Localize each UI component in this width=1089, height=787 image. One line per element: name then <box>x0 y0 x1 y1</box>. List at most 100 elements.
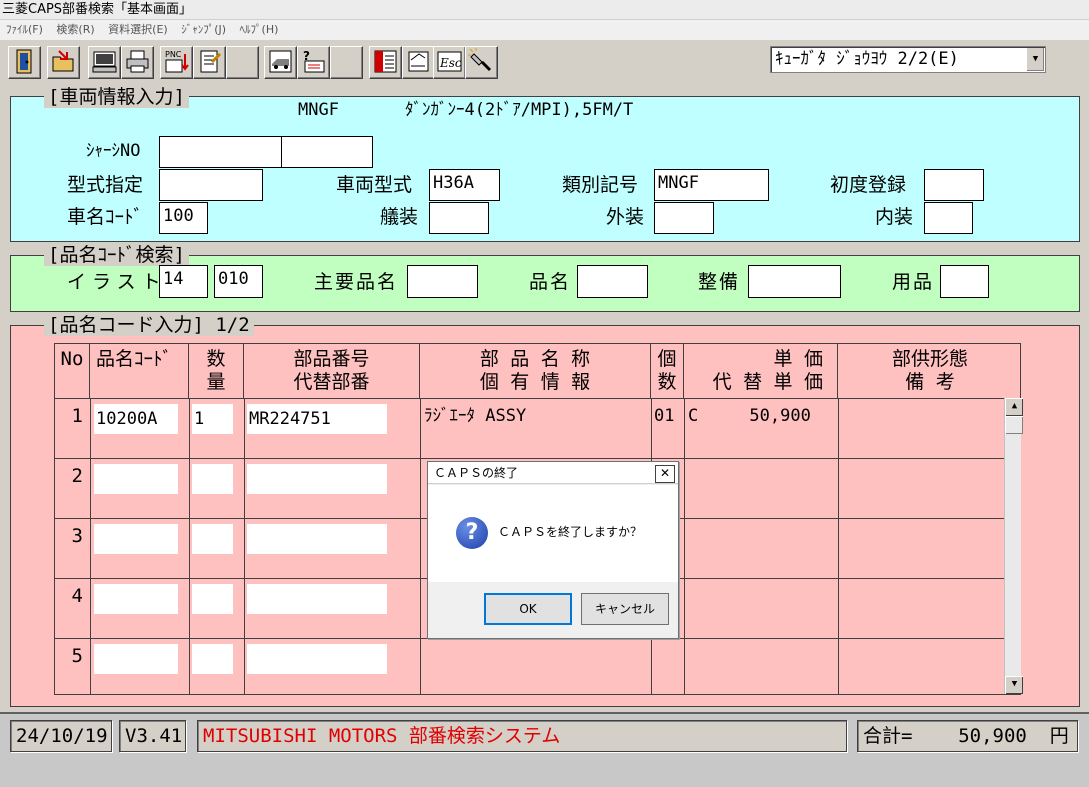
chassis-label: ｼｬｰｼNO <box>86 141 141 161</box>
computer-button[interactable] <box>88 46 121 79</box>
header-count: 個数 <box>651 344 684 398</box>
cancel-button[interactable]: キャンセル <box>581 593 669 625</box>
notebook-button[interactable] <box>193 46 226 79</box>
blank-button-1[interactable] <box>226 46 259 79</box>
doc-help-button[interactable]: ? <box>297 46 330 79</box>
goods-field[interactable] <box>940 265 989 298</box>
list-icon <box>374 50 397 73</box>
interior-field[interactable] <box>924 202 973 234</box>
scroll-thumb[interactable] <box>1005 416 1023 434</box>
code-input[interactable]: 10200A <box>94 404 178 434</box>
chassis-no-field-2[interactable] <box>281 136 373 168</box>
menu-file[interactable]: ﾌｧｲﾙ(F) <box>6 23 43 36</box>
part-name: ﾗｼﾞｴｰﾀ ASSY <box>424 406 527 426</box>
esc-icon: Esc <box>437 51 462 72</box>
status-system-name: MITSUBISHI MOTORS 部番検索システム <box>197 720 847 752</box>
flashlight-button[interactable] <box>465 46 498 79</box>
row-no: 3 <box>71 525 83 547</box>
open-button[interactable] <box>47 46 80 79</box>
mode-select-value: ｷｭｰｶﾞﾀ ｼﾞｮｳﾖｳ 2/2(E) <box>775 49 959 69</box>
menu-material-select[interactable]: 資料選択(E) <box>108 23 168 36</box>
part-no-input[interactable] <box>247 464 387 494</box>
chassis-no-field-1[interactable] <box>159 136 285 168</box>
qty-input[interactable] <box>192 464 233 494</box>
qty-input[interactable] <box>192 644 233 674</box>
trim-field[interactable] <box>429 202 489 234</box>
scroll-up-icon[interactable]: ▲ <box>1005 398 1023 416</box>
code-input[interactable] <box>94 584 178 614</box>
part-no-input[interactable]: MR224751 <box>247 404 387 434</box>
header-code: 品名ｺｰﾄﾞ <box>90 344 189 398</box>
edit-button[interactable] <box>402 46 435 79</box>
table-row[interactable]: 5 <box>55 638 1005 695</box>
name-label: 品名 <box>529 271 572 293</box>
blank-button-2[interactable] <box>330 46 363 79</box>
name-field[interactable] <box>577 265 648 298</box>
dialog-body: ? ＣＡＰＳを終了しますか？ <box>428 485 678 582</box>
qty-input[interactable] <box>192 524 233 554</box>
header-part-no: 部品番号 代替部番 <box>244 344 420 398</box>
status-total: 合計= 50,900 円 <box>857 720 1078 752</box>
svg-text:Esc: Esc <box>439 56 462 70</box>
dialog-title: ＣＡＰＳの終了 <box>428 462 678 484</box>
pnc-button[interactable]: PNC <box>160 46 193 79</box>
list-button[interactable] <box>369 46 402 79</box>
dialog-message: ＣＡＰＳを終了しますか？ <box>498 525 643 539</box>
pnc-icon: PNC <box>165 50 189 73</box>
service-field[interactable] <box>748 265 841 298</box>
computer-icon <box>92 51 117 73</box>
row-no: 1 <box>71 405 83 427</box>
illust-field-1[interactable]: 14 <box>159 265 208 298</box>
type-spec-label: 型式指定 <box>67 174 144 196</box>
part-no-input[interactable] <box>247 644 387 674</box>
name-code-field[interactable]: 100 <box>159 202 208 234</box>
dropdown-arrow-icon[interactable]: ▼ <box>1026 48 1044 71</box>
question-icon: ? <box>456 517 488 549</box>
header-note: 部供形態備 考 <box>891 348 968 393</box>
class-code-field[interactable]: MNGF <box>654 169 769 201</box>
code-input[interactable] <box>94 524 178 554</box>
part-code-input-legend: [品名コード入力] 1/2 <box>44 314 254 336</box>
model-button[interactable] <box>264 46 297 79</box>
menu-jump[interactable]: ｼﾞｬﾝﾌﾟ(J) <box>181 23 226 36</box>
ok-button[interactable]: OK <box>484 593 572 625</box>
svg-text:PNC: PNC <box>165 50 182 59</box>
illust-label: イラスト <box>67 271 167 293</box>
close-icon[interactable]: ✕ <box>655 465 675 483</box>
exit-button[interactable] <box>8 46 41 79</box>
menu-help[interactable]: ﾍﾙﾌﾟ(H) <box>240 23 279 36</box>
vehicle-type-label: 車両型式 <box>336 174 413 196</box>
part-no-input[interactable] <box>247 584 387 614</box>
print-button[interactable] <box>121 46 154 79</box>
qty-input[interactable]: 1 <box>192 404 233 434</box>
type-spec-field[interactable] <box>159 169 263 201</box>
notebook-icon <box>200 50 222 73</box>
vehicle-info-legend: [車両情報入力] <box>44 86 189 108</box>
header-no: No <box>55 344 90 398</box>
status-bar: 24/10/19 V3.41 MITSUBISHI MOTORS 部番検索システ… <box>0 712 1089 787</box>
code-input[interactable] <box>94 464 178 494</box>
model-icon <box>269 50 292 73</box>
scroll-down-icon[interactable]: ▼ <box>1005 676 1023 694</box>
esc-button[interactable]: Esc <box>433 46 466 79</box>
mode-select[interactable]: ｷｭｰｶﾞﾀ ｼﾞｮｳﾖｳ 2/2(E) ▼ <box>770 46 1046 73</box>
header-part-name: 部 品 名 称個 有 情 報 <box>420 344 651 398</box>
part-count: 01 <box>654 406 675 426</box>
exterior-field[interactable] <box>654 202 714 234</box>
table-row[interactable]: 1 10200A 1 MR224751 ﾗｼﾞｴｰﾀ ASSY 01 C 50,… <box>55 398 1005 459</box>
first-registration-field[interactable] <box>924 169 984 201</box>
vehicle-type-field[interactable]: H36A <box>429 169 500 201</box>
part-price: C 50,900 <box>688 406 811 426</box>
main-name-field[interactable] <box>407 265 478 298</box>
code-input[interactable] <box>94 644 178 674</box>
model-description: ﾀﾞﾝｶﾞﾝｰ4(2ﾄﾞｱ/MPI),5FM/T <box>405 100 634 120</box>
model-code: MNGF <box>298 100 339 120</box>
table-scrollbar[interactable]: ▲ ▼ <box>1004 398 1023 694</box>
qty-input[interactable] <box>192 584 233 614</box>
part-no-input[interactable] <box>247 524 387 554</box>
menu-search[interactable]: 検索(R) <box>56 23 94 36</box>
exterior-label: 外装 <box>606 206 645 228</box>
illust-field-2[interactable]: 010 <box>214 265 263 298</box>
class-code-label: 類別記号 <box>562 174 639 196</box>
flashlight-icon <box>468 48 492 72</box>
